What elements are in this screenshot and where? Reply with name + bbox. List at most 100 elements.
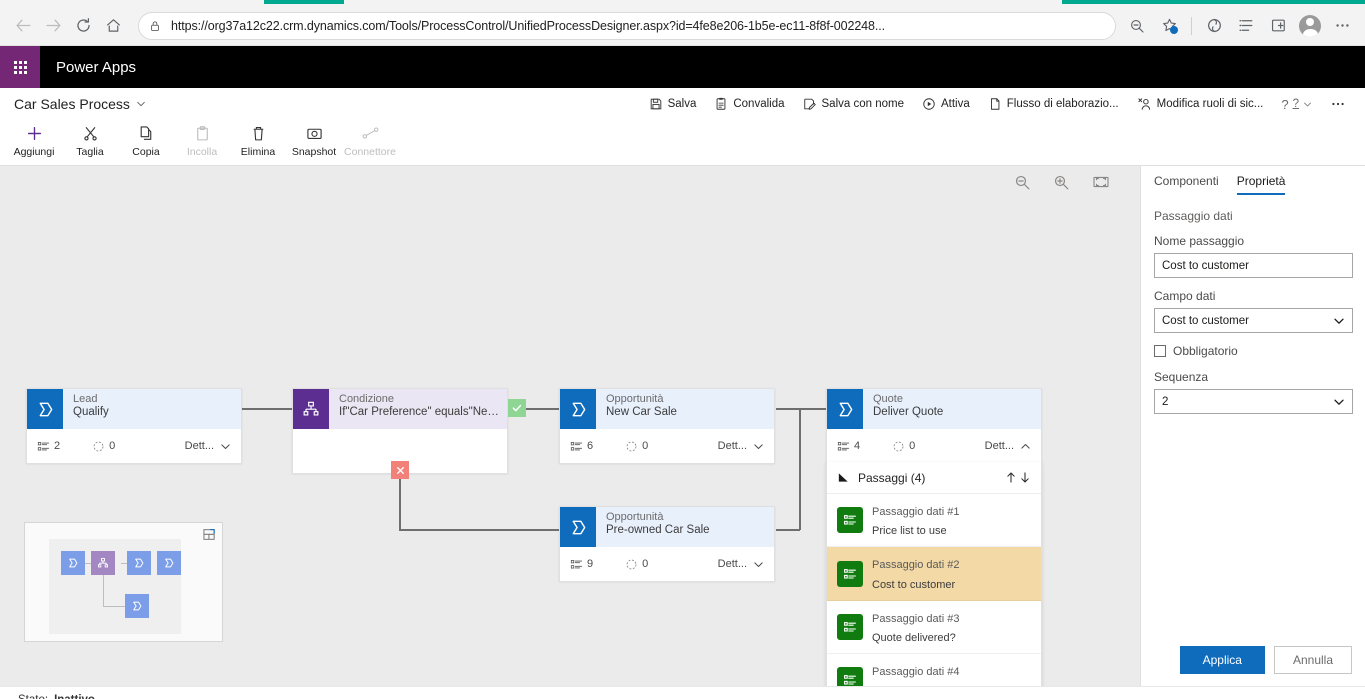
paste-button[interactable]: Incolla [174,120,230,158]
expand-minimap-icon[interactable] [203,528,216,546]
zoom-out-icon[interactable] [1122,11,1152,41]
step-field: Quote delivered? [872,631,956,644]
browser-essentials-icon[interactable] [1199,11,1229,41]
arrow-down-icon[interactable] [1019,471,1031,484]
cancel-button[interactable]: Annulla [1273,646,1352,674]
stage-node-quote[interactable]: Quote Deliver Quote 4 0 Dett... [826,388,1042,464]
save-as-label: Salva con nome [821,98,904,110]
steps-header-label: Passaggi (4) [858,470,926,485]
arrow-up-icon[interactable] [1005,471,1017,484]
step-name-input[interactable]: Cost to customer [1154,253,1353,278]
process-flow-button[interactable]: Flusso di elaborazio... [979,93,1128,115]
minimap-node-lead [61,551,85,575]
app-launcher-button[interactable] [0,46,40,88]
split-screen-icon[interactable] [1263,11,1293,41]
validate-label: Convalida [733,98,785,110]
list-item[interactable]: Passaggio dati #4 Customer agreement? [827,654,1041,686]
delete-button[interactable]: Elimina [230,120,286,158]
back-icon[interactable] [8,11,38,41]
zoom-out-icon[interactable] [1014,174,1031,191]
avatar[interactable] [1295,11,1325,41]
forward-icon[interactable] [38,11,68,41]
collections-icon[interactable] [1231,11,1261,41]
connector-icon [361,123,380,143]
security-roles-icon [1137,97,1152,112]
delete-label: Elimina [240,146,276,158]
security-roles-button[interactable]: Modifica ruoli di sic... [1128,93,1273,116]
process-name-selector[interactable]: Car Sales Process [14,96,146,112]
reload-icon[interactable] [68,11,98,41]
step-title: Passaggio dati #3 [872,612,960,625]
condition-category: Condizione [339,393,395,405]
required-checkbox-row[interactable]: Obbligatorio [1154,344,1352,358]
cut-button[interactable]: Taglia [62,120,118,158]
properties-tabs: Componenti Proprietà [1141,166,1365,195]
data-field-select[interactable]: Cost to customer [1154,308,1353,333]
fit-to-screen-icon[interactable] [1092,174,1110,190]
condition-yes-badge[interactable] [508,399,526,417]
list-icon [570,558,583,571]
details-toggle[interactable]: Dett... [718,558,764,570]
validate-button[interactable]: Convalida [705,93,793,115]
connector-condition-yes [526,408,560,410]
branch-count: 0 [625,440,648,453]
connector-button[interactable]: Connettore [342,120,398,158]
copy-button[interactable]: Copia [118,120,174,158]
more-options-icon[interactable] [1327,11,1357,41]
details-toggle[interactable]: Dett... [985,440,1031,452]
apply-button[interactable]: Applica [1179,646,1265,674]
details-label: Dett... [984,440,1014,452]
chevron-down-icon [1333,396,1345,408]
minimap-node-preowned [125,594,149,618]
address-bar[interactable]: https://org37a12c22.crm.dynamics.com/Too… [138,11,1116,40]
activate-icon [922,97,936,111]
activate-button[interactable]: Attiva [913,93,979,115]
minimap[interactable] [24,522,223,642]
connector-no-vertical [399,478,401,530]
steps-count: 4 [837,440,860,453]
stage-text: Lead Qualify [63,389,117,429]
branch-count-value: 0 [909,440,916,452]
add-button[interactable]: Aggiungi [6,120,62,158]
list-item[interactable]: Passaggio dati #3 Quote delivered? [827,601,1041,655]
help-button[interactable]: ? ? [1272,93,1321,116]
step-text: Passaggio dati #2 Cost to customer [872,554,959,592]
stage-node-new-car-sale[interactable]: Opportunità New Car Sale 6 0 Dett... [559,388,775,464]
branch-count-value: 0 [109,440,116,452]
step-field: Price list to use [872,525,947,538]
favorite-star-icon[interactable] [1154,11,1184,41]
status-bar: Stato: Inattivo [0,686,1365,699]
branch-count: 0 [892,440,915,453]
tab-componenti[interactable]: Componenti [1154,174,1219,195]
designer-canvas[interactable]: Lead Qualify 2 0 Dett... Condizione If"C… [0,166,1365,686]
copy-label: Copia [132,146,160,158]
stage-node-lead[interactable]: Lead Qualify 2 0 Dett... [26,388,242,464]
stage-node-preowned-car-sale[interactable]: Opportunità Pre-owned Car Sale 9 0 Dett.… [559,506,775,582]
snapshot-button[interactable]: Snapshot [286,120,342,158]
help-icon: ? [1281,96,1289,112]
process-flow-icon [988,97,1002,111]
tab-proprieta[interactable]: Proprietà [1236,174,1286,195]
list-item[interactable]: Passaggio dati #1 Price list to use [827,494,1041,548]
quote-steps-panel: Passaggi (4) Passaggio dati #1 Price lis… [826,462,1042,686]
steps-count-value: 9 [587,558,594,570]
overflow-menu-button[interactable] [1321,92,1355,116]
stage-icon [560,389,596,429]
home-icon[interactable] [98,11,128,41]
condition-no-badge[interactable] [391,461,409,479]
sequence-select[interactable]: 2 [1154,389,1353,414]
stage-category: Opportunità [606,393,664,405]
steps-header[interactable]: Passaggi (4) [827,462,1041,494]
data-step-icon [837,613,863,640]
details-toggle[interactable]: Dett... [185,440,231,452]
details-toggle[interactable]: Dett... [718,440,764,452]
properties-actions: Applica Annulla [1179,646,1352,674]
save-as-button[interactable]: Salva con nome [794,93,913,115]
triangle-collapse-icon[interactable] [837,471,850,484]
zoom-in-icon[interactable] [1053,174,1070,191]
sequence-field-group: Sequenza 2 [1154,370,1353,414]
required-checkbox[interactable] [1154,345,1166,357]
step-text: Passaggio dati #3 Quote delivered? [872,608,959,646]
save-button[interactable]: Salva [640,93,706,115]
list-item[interactable]: Passaggio dati #2 Cost to customer [827,547,1041,601]
